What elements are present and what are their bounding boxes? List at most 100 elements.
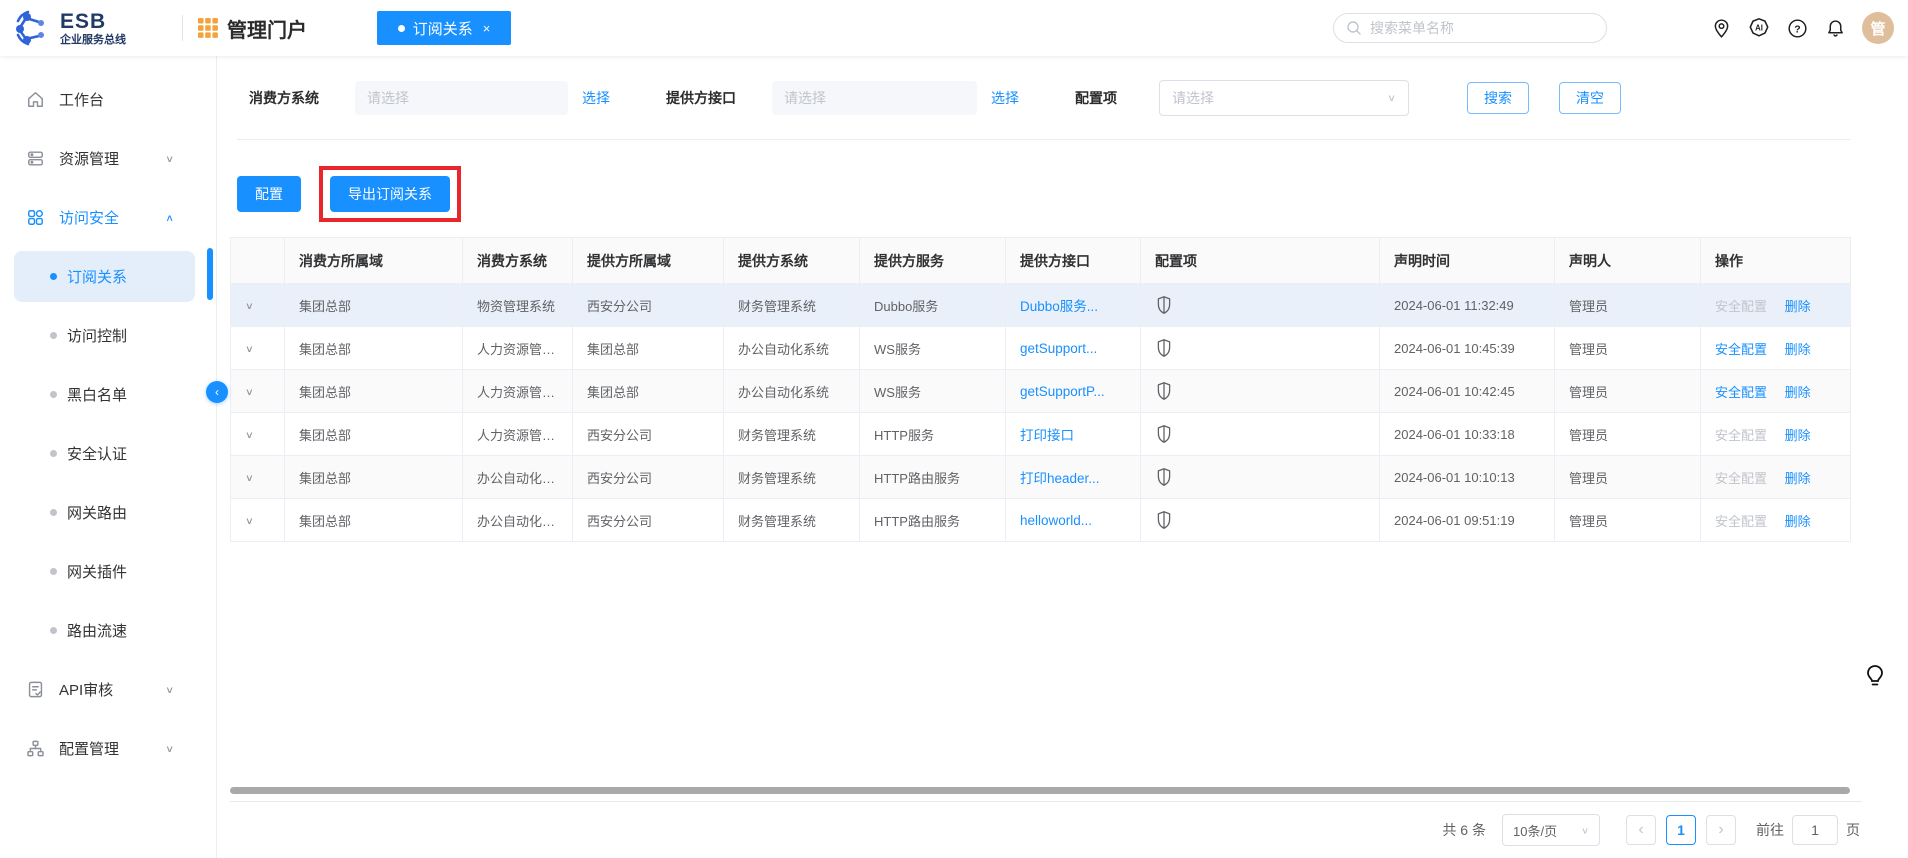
- column-header: 声明时间: [1380, 238, 1555, 284]
- tab-close-icon[interactable]: ×: [483, 21, 491, 36]
- delete-link[interactable]: 删除: [1785, 471, 1811, 486]
- cell-provider-domain: 集团总部: [573, 370, 724, 413]
- column-header: 提供方所属域: [573, 238, 724, 284]
- security-config-link[interactable]: 安全配置: [1715, 299, 1767, 314]
- provider-interface-link[interactable]: getSupport...: [1020, 341, 1097, 356]
- chevron-left-icon: ‹: [1638, 821, 1643, 839]
- chevron-down-icon: ∨: [1387, 92, 1396, 103]
- menu-search-box[interactable]: [1333, 13, 1607, 43]
- config-button[interactable]: 配置: [237, 176, 301, 212]
- cell-declare-time: 2024-06-01 11:32:49: [1380, 284, 1555, 327]
- lightbulb-icon[interactable]: [1864, 664, 1886, 688]
- delete-link[interactable]: 删除: [1785, 342, 1811, 357]
- horizontal-scrollbar[interactable]: [230, 787, 1850, 794]
- shield-icon[interactable]: [1155, 467, 1173, 487]
- search-button[interactable]: 搜索: [1467, 82, 1529, 114]
- row-expander-icon[interactable]: ∨: [245, 343, 254, 354]
- sidebar-item-gateway-plugin[interactable]: 网关插件: [0, 542, 216, 601]
- sidebar-item-label: 网关路由: [67, 502, 127, 523]
- cell-declare-time: 2024-06-01 10:45:39: [1380, 327, 1555, 370]
- sidebar-item-subscription-relationship[interactable]: 订阅关系: [0, 247, 216, 306]
- user-avatar[interactable]: 管: [1862, 12, 1894, 44]
- delete-link[interactable]: 删除: [1785, 299, 1811, 314]
- page-number-button[interactable]: 1: [1666, 815, 1696, 845]
- sidebar-item-config-management[interactable]: 配置管理 ∨: [0, 719, 216, 778]
- table-row: ∨ 集团总部 人力资源管理... 集团总部 办公自动化系统 WS服务 getSu…: [231, 370, 1851, 413]
- config-item-placeholder: 请选择: [1172, 88, 1214, 108]
- location-pin-icon[interactable]: [1710, 17, 1732, 39]
- row-expander-icon[interactable]: ∨: [245, 429, 254, 440]
- sidebar-item-blacklist-whitelist[interactable]: 黑白名单: [0, 365, 216, 424]
- sidebar-item-access-control[interactable]: 访问控制: [0, 306, 216, 365]
- goto-page-input[interactable]: [1792, 815, 1838, 845]
- row-expander-icon[interactable]: ∨: [245, 472, 254, 483]
- page-size-select[interactable]: 10条/页 ∨: [1502, 814, 1600, 846]
- row-expander-icon[interactable]: ∨: [245, 300, 254, 311]
- provider-interface-select-link[interactable]: 选择: [991, 88, 1019, 108]
- shield-icon[interactable]: [1155, 381, 1173, 401]
- delete-link[interactable]: 删除: [1785, 428, 1811, 443]
- provider-interface-input[interactable]: [772, 81, 977, 115]
- cell-declarer: 管理员: [1555, 413, 1701, 456]
- sidebar-item-api-review[interactable]: API审核 ∨: [0, 660, 216, 719]
- sidebar-item-access-security[interactable]: 访问安全 ∧: [0, 188, 216, 247]
- cell-consumer-domain: 集团总部: [285, 327, 463, 370]
- cell-consumer-domain: 集团总部: [285, 456, 463, 499]
- goto-label: 前往: [1756, 820, 1784, 840]
- cell-declarer: 管理员: [1555, 456, 1701, 499]
- delete-link[interactable]: 删除: [1785, 385, 1811, 400]
- sidebar-item-route-flow-rate[interactable]: 路由流速: [0, 601, 216, 660]
- sidebar-item-security-authentication[interactable]: 安全认证: [0, 424, 216, 483]
- sidebar-scrollbar-thumb[interactable]: [207, 248, 213, 300]
- row-expander-icon[interactable]: ∨: [245, 386, 254, 397]
- chevron-down-icon: ∨: [165, 684, 174, 695]
- consumer-system-input[interactable]: [355, 81, 568, 115]
- cell-declarer: 管理员: [1555, 327, 1701, 370]
- security-config-link[interactable]: 安全配置: [1715, 428, 1767, 443]
- bell-icon[interactable]: [1824, 17, 1846, 39]
- shield-icon[interactable]: [1155, 424, 1173, 444]
- security-config-link[interactable]: 安全配置: [1715, 514, 1767, 529]
- cell-consumer-system: 办公自动化系统: [463, 456, 573, 499]
- provider-interface-link[interactable]: Dubbo服务...: [1020, 299, 1098, 314]
- delete-link[interactable]: 删除: [1785, 514, 1811, 529]
- ai-assistant-icon[interactable]: AI: [1748, 17, 1770, 39]
- shield-icon[interactable]: [1155, 295, 1173, 315]
- export-subscription-button[interactable]: 导出订阅关系: [330, 176, 450, 212]
- row-expander-icon[interactable]: ∨: [245, 515, 254, 526]
- chevron-right-icon: ›: [1718, 821, 1723, 839]
- provider-interface-link[interactable]: 打印接口: [1020, 428, 1074, 443]
- cell-provider-service: HTTP服务: [860, 413, 1006, 456]
- provider-interface-link[interactable]: helloworld...: [1020, 513, 1092, 528]
- provider-interface-link[interactable]: 打印header...: [1020, 471, 1100, 486]
- cell-provider-domain: 西安分公司: [573, 413, 724, 456]
- table-row: ∨ 集团总部 人力资源管理... 西安分公司 财务管理系统 HTTP服务 打印接…: [231, 413, 1851, 456]
- column-header: 提供方接口: [1006, 238, 1141, 284]
- menu-search-input[interactable]: [1368, 19, 1594, 37]
- security-config-link[interactable]: 安全配置: [1715, 471, 1767, 486]
- column-header: 消费方系统: [463, 238, 573, 284]
- config-item-select[interactable]: 请选择 ∨: [1159, 80, 1409, 116]
- sidebar-item-resource-management[interactable]: 资源管理 ∨: [0, 129, 216, 188]
- shield-icon[interactable]: [1155, 338, 1173, 358]
- help-question-icon[interactable]: ?: [1786, 17, 1808, 39]
- logo-subtitle: 企业服务总线: [60, 35, 126, 46]
- cell-provider-service: HTTP路由服务: [860, 456, 1006, 499]
- consumer-system-select-link[interactable]: 选择: [582, 88, 610, 108]
- shield-icon[interactable]: [1155, 510, 1173, 530]
- clear-button[interactable]: 清空: [1559, 82, 1621, 114]
- next-page-button[interactable]: ›: [1706, 815, 1736, 845]
- prev-page-button[interactable]: ‹: [1626, 815, 1656, 845]
- column-header: 配置项: [1141, 238, 1380, 284]
- sidebar-item-gateway-route[interactable]: 网关路由: [0, 483, 216, 542]
- cell-provider-service: WS服务: [860, 370, 1006, 413]
- tab-subscription-relationship[interactable]: 订阅关系 ×: [377, 11, 511, 45]
- sidebar-collapse-button[interactable]: ‹: [206, 381, 228, 403]
- tab-active-dot: [398, 25, 405, 32]
- sidebar-item-workbench[interactable]: 工作台: [0, 70, 216, 129]
- security-config-link[interactable]: 安全配置: [1715, 385, 1767, 400]
- provider-interface-link[interactable]: getSupportP...: [1020, 384, 1105, 399]
- security-config-link[interactable]: 安全配置: [1715, 342, 1767, 357]
- page-number: 1: [1677, 822, 1685, 838]
- cell-declare-time: 2024-06-01 10:33:18: [1380, 413, 1555, 456]
